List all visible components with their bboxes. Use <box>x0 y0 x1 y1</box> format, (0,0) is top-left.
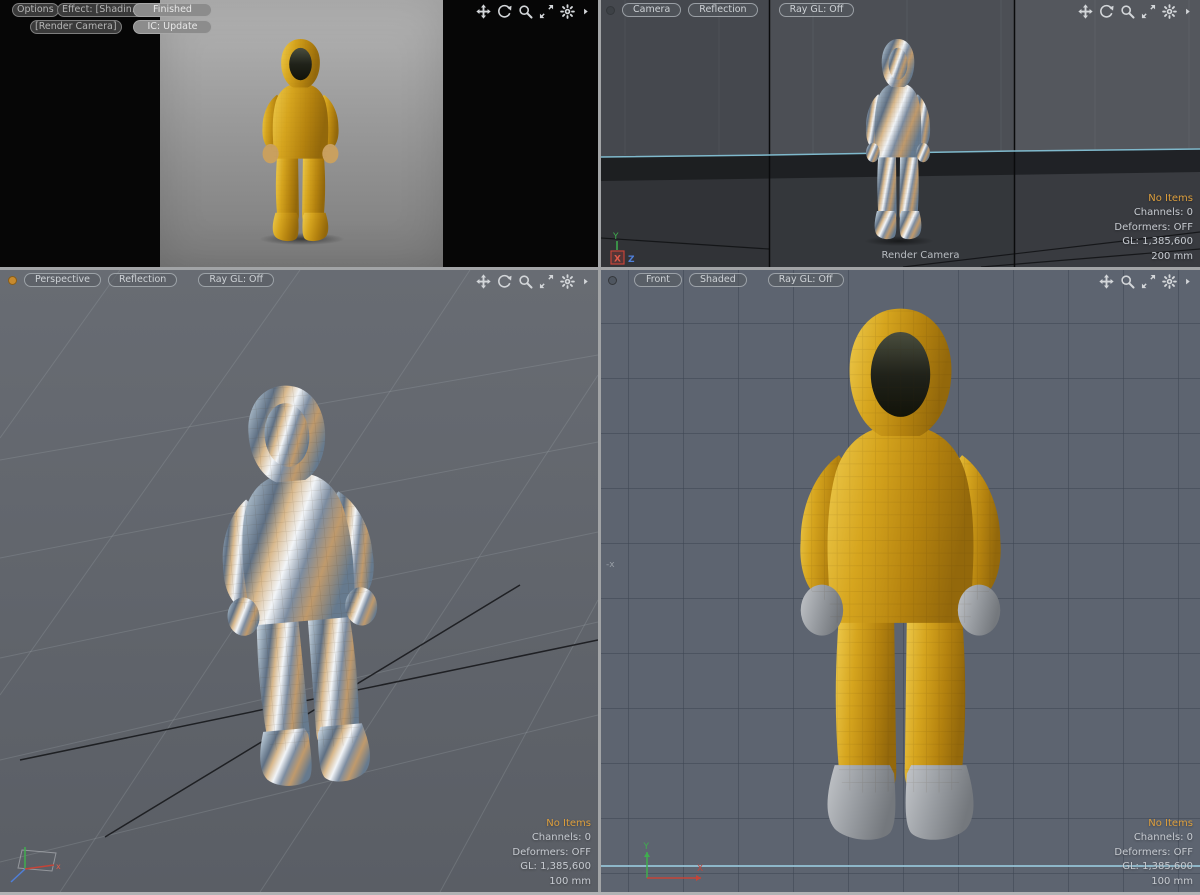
viewport-splitter-vertical[interactable] <box>598 0 601 895</box>
hazmat-suit-model[interactable] <box>773 298 1028 850</box>
viewport-controls <box>1078 4 1192 19</box>
maximize-icon[interactable] <box>539 274 554 289</box>
view-type-button[interactable]: Camera <box>622 3 682 17</box>
view-rotate-icon[interactable] <box>606 5 615 15</box>
hazmat-suit-model[interactable] <box>857 35 939 243</box>
settings-gear-icon[interactable] <box>1162 274 1177 289</box>
pan-icon[interactable] <box>1078 4 1093 19</box>
svg-text:Y: Y <box>643 842 650 852</box>
pan-icon[interactable] <box>476 4 491 19</box>
svg-text:X: X <box>697 864 703 874</box>
axis-edge-label: -x <box>606 560 615 570</box>
orbit-icon[interactable] <box>1099 4 1114 19</box>
grid-size: 200 mm <box>1151 250 1193 262</box>
svg-text:x: x <box>56 862 61 871</box>
menu-arrow-icon[interactable] <box>1183 274 1192 289</box>
shading-mode-button[interactable]: Shaded <box>689 273 747 287</box>
deformers-status: Deformers: OFF <box>1114 846 1193 858</box>
pan-icon[interactable] <box>1099 274 1114 289</box>
settings-gear-icon[interactable] <box>560 274 575 289</box>
maximize-icon[interactable] <box>1141 4 1156 19</box>
active-viewport-icon[interactable] <box>8 275 17 285</box>
viewport-status: No Items Channels: 0 Deformers: OFF GL: … <box>1114 817 1193 890</box>
viewport-status: No Items Channels: 0 Deformers: OFF GL: … <box>1114 192 1193 265</box>
gl-polygon-count: GL: 1,385,600 <box>1122 236 1193 247</box>
menu-arrow-icon[interactable] <box>1183 4 1192 19</box>
viewport-perspective[interactable]: Perspective Reflection Ray GL: Off x No … <box>0 270 598 892</box>
viewport-splitter-horizontal[interactable] <box>0 267 1200 270</box>
selection-status: No Items <box>1148 817 1193 829</box>
zoom-icon[interactable] <box>1120 4 1135 19</box>
selection-status: No Items <box>1148 192 1193 204</box>
orbit-icon[interactable] <box>497 4 512 19</box>
viewport-status: No Items Channels: 0 Deformers: OFF GL: … <box>512 817 591 890</box>
settings-gear-icon[interactable] <box>1162 4 1177 19</box>
channels-status: Channels: 0 <box>1133 207 1193 218</box>
svg-text:Z: Z <box>628 255 635 265</box>
channels-status: Channels: 0 <box>1133 832 1193 843</box>
ray-gl-button[interactable]: Ray GL: Off <box>198 273 275 287</box>
maximize-icon[interactable] <box>1141 274 1156 289</box>
menu-arrow-icon[interactable] <box>581 274 590 289</box>
zoom-icon[interactable] <box>518 274 533 289</box>
svg-text:Y: Y <box>612 232 619 242</box>
modo-quad-viewport-window: Options Effect: [Shadin... Finished [Ren… <box>0 0 1200 895</box>
svg-text:X: X <box>614 255 621 265</box>
pan-icon[interactable] <box>476 274 491 289</box>
maximize-icon[interactable] <box>539 4 554 19</box>
gl-polygon-count: GL: 1,385,600 <box>1122 861 1193 872</box>
view-type-button[interactable]: Perspective <box>24 273 102 287</box>
orbit-icon[interactable] <box>497 274 512 289</box>
render-image <box>160 0 443 267</box>
selection-status: No Items <box>546 817 591 829</box>
ray-gl-button[interactable]: Ray GL: Off <box>778 3 855 17</box>
viewport-camera[interactable]: Camera Reflection Ray GL: Off Render Cam… <box>601 0 1200 267</box>
axis-gizmo: Y X <box>643 842 703 881</box>
hazmat-suit-model[interactable] <box>252 35 349 245</box>
render-progress-button[interactable]: Finished <box>133 3 212 17</box>
deformers-status: Deformers: OFF <box>1114 221 1193 233</box>
menu-arrow-icon[interactable] <box>581 4 590 19</box>
viewport-toolbar: Front Shaded Ray GL: Off <box>608 273 844 287</box>
view-type-button[interactable]: Front <box>634 273 682 287</box>
hazmat-suit-model[interactable] <box>186 369 413 799</box>
viewport-controls <box>476 4 590 19</box>
render-camera-select-button[interactable]: [Render Camera] <box>30 20 122 34</box>
settings-gear-icon[interactable] <box>560 4 575 19</box>
viewport-render-preview[interactable]: Options Effect: [Shadin... Finished [Ren… <box>0 0 598 267</box>
viewport-toolbar: Camera Reflection Ray GL: Off <box>606 3 855 17</box>
viewport-toolbar: Perspective Reflection Ray GL: Off <box>8 273 275 287</box>
viewport-front[interactable]: -x Front Shaded Ray GL: Off Y X No Items… <box>601 270 1200 892</box>
axis-gizmo: x <box>10 847 61 883</box>
options-button[interactable]: Options <box>12 3 59 17</box>
shading-mode-button[interactable]: Reflection <box>688 3 758 17</box>
zoom-icon[interactable] <box>1120 274 1135 289</box>
shading-mode-button[interactable]: Reflection <box>108 273 178 287</box>
channels-status: Channels: 0 <box>531 832 591 843</box>
axis-gizmo: Y X Z <box>610 232 635 265</box>
ic-update-button[interactable]: IC: Update <box>133 20 212 34</box>
grid-size: 100 mm <box>1151 875 1193 887</box>
viewport-controls <box>476 274 590 289</box>
zoom-icon[interactable] <box>518 4 533 19</box>
viewport-controls <box>1099 274 1192 289</box>
gl-polygon-count: GL: 1,385,600 <box>520 861 591 872</box>
grid-size: 100 mm <box>549 875 591 887</box>
deformers-status: Deformers: OFF <box>512 846 591 858</box>
ray-gl-button[interactable]: Ray GL: Off <box>767 273 844 287</box>
view-rotate-icon[interactable] <box>608 275 617 285</box>
